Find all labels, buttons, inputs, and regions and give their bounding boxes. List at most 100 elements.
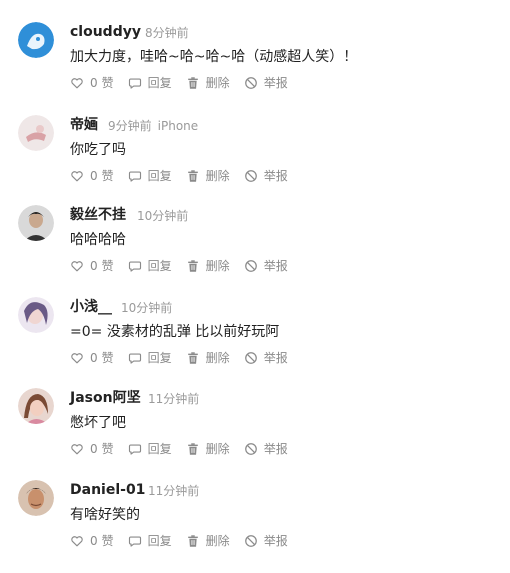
delete-label: 删除 <box>205 351 230 365</box>
timestamp: 11分钟前 <box>148 484 200 498</box>
delete-button[interactable]: 删除 <box>186 258 230 274</box>
heart-icon <box>71 78 83 89</box>
like-button[interactable]: 0赞 <box>70 168 114 184</box>
reply-label: 回复 <box>147 442 172 456</box>
report-label: 举报 <box>263 76 288 90</box>
comment-meta: 9分钟前 iPhone <box>108 118 198 134</box>
comment-bubble-icon <box>128 78 141 89</box>
prohibited-icon <box>244 170 257 182</box>
comment-item: 帝婳 9分钟前 iPhone 你吃了吗 0赞 回复 删除 举报 <box>0 115 510 208</box>
comment-text: 你吃了吗 <box>70 142 126 158</box>
trash-icon <box>187 352 198 364</box>
like-button[interactable]: 0赞 <box>70 533 114 549</box>
comment-item: Daniel-01 11分钟前 有啥好笑的 0赞 回复 删除 举报 <box>0 480 510 573</box>
comment-bubble-icon <box>128 444 141 455</box>
report-label: 举报 <box>263 259 288 273</box>
delete-button[interactable]: 删除 <box>186 533 230 549</box>
reply-button[interactable]: 回复 <box>128 75 172 91</box>
comment-item: clouddyy 8分钟前 加大力度，哇哈~哈~哈~哈（动感超人笑）！ 0赞 回… <box>0 22 510 115</box>
reply-button[interactable]: 回复 <box>128 350 172 366</box>
comment-meta: 10分钟前 <box>121 300 172 316</box>
like-button[interactable]: 0赞 <box>70 258 114 274</box>
comment-item: 毅丝不挂 10分钟前 哈哈哈哈 0赞 回复 删除 举报 <box>0 205 510 298</box>
trash-icon <box>187 260 198 272</box>
avatar[interactable] <box>18 115 54 151</box>
username[interactable]: Jason阿坚 <box>70 389 141 407</box>
comment-text: 憋坏了吧 <box>70 415 126 431</box>
avatar[interactable] <box>18 22 54 58</box>
report-label: 举报 <box>263 534 288 548</box>
comment-text: 哈哈哈哈 <box>70 232 126 248</box>
reply-label: 回复 <box>147 259 172 273</box>
delete-label: 删除 <box>205 442 230 456</box>
comment-item: 小浅__ 10分钟前 =0= 没素材的乱弹 比以前好玩阿 0赞 回复 删除 举报 <box>0 297 510 390</box>
like-button[interactable]: 0赞 <box>70 441 114 457</box>
like-label: 赞 <box>101 442 114 456</box>
reply-label: 回复 <box>147 351 172 365</box>
prohibited-icon <box>244 535 257 547</box>
reply-button[interactable]: 回复 <box>128 533 172 549</box>
like-button[interactable]: 0赞 <box>70 75 114 91</box>
trash-icon <box>187 535 198 547</box>
trash-icon <box>187 170 198 182</box>
heart-icon <box>71 261 83 272</box>
comment-list: clouddyy 8分钟前 加大力度，哇哈~哈~哈~哈（动感超人笑）！ 0赞 回… <box>0 0 510 555</box>
like-label: 赞 <box>101 259 114 273</box>
username[interactable]: 毅丝不挂 <box>70 206 126 224</box>
comment-actions: 0赞 回复 删除 举报 <box>70 258 302 274</box>
avatar[interactable] <box>18 388 54 424</box>
like-count: 0 <box>90 442 98 456</box>
delete-button[interactable]: 删除 <box>186 168 230 184</box>
comment-actions: 0赞 回复 删除 举报 <box>70 441 302 457</box>
timestamp: 8分钟前 <box>145 26 189 40</box>
comment-actions: 0赞 回复 删除 举报 <box>70 168 302 184</box>
report-button[interactable]: 举报 <box>244 441 288 457</box>
reply-label: 回复 <box>147 169 172 183</box>
avatar[interactable] <box>18 297 54 333</box>
delete-button[interactable]: 删除 <box>186 75 230 91</box>
device-label: iPhone <box>157 119 199 133</box>
comment-actions: 0赞 回复 删除 举报 <box>70 75 302 91</box>
report-button[interactable]: 举报 <box>244 168 288 184</box>
comment-meta: 11分钟前 <box>148 483 199 499</box>
heart-icon <box>71 171 83 182</box>
report-button[interactable]: 举报 <box>244 533 288 549</box>
like-label: 赞 <box>101 534 114 548</box>
comment-bubble-icon <box>128 171 141 182</box>
username[interactable]: 小浅__ <box>70 298 112 316</box>
comment-actions: 0赞 回复 删除 举报 <box>70 533 302 549</box>
username[interactable]: 帝婳 <box>70 116 98 134</box>
heart-icon <box>71 536 83 547</box>
like-count: 0 <box>90 534 98 548</box>
avatar[interactable] <box>18 480 54 516</box>
comment-actions: 0赞 回复 删除 举报 <box>70 350 302 366</box>
timestamp: 10分钟前 <box>137 209 189 223</box>
like-button[interactable]: 0赞 <box>70 350 114 366</box>
delete-label: 删除 <box>205 534 230 548</box>
comment-text: 有啥好笑的 <box>70 507 140 523</box>
like-count: 0 <box>90 351 98 365</box>
report-button[interactable]: 举报 <box>244 350 288 366</box>
report-label: 举报 <box>263 351 288 365</box>
username[interactable]: Daniel-01 <box>70 481 145 499</box>
delete-button[interactable]: 删除 <box>186 441 230 457</box>
heart-icon <box>71 353 83 364</box>
comment-meta: 8分钟前 <box>145 25 189 41</box>
timestamp: 10分钟前 <box>121 301 173 315</box>
report-label: 举报 <box>263 169 288 183</box>
username[interactable]: clouddyy <box>70 23 141 41</box>
delete-label: 删除 <box>205 169 230 183</box>
reply-button[interactable]: 回复 <box>128 441 172 457</box>
report-button[interactable]: 举报 <box>244 258 288 274</box>
avatar[interactable] <box>18 205 54 241</box>
like-count: 0 <box>90 259 98 273</box>
like-count: 0 <box>90 76 98 90</box>
reply-button[interactable]: 回复 <box>128 258 172 274</box>
delete-button[interactable]: 删除 <box>186 350 230 366</box>
comment-meta: 11分钟前 <box>148 391 199 407</box>
report-button[interactable]: 举报 <box>244 75 288 91</box>
like-count: 0 <box>90 169 98 183</box>
reply-label: 回复 <box>147 76 172 90</box>
prohibited-icon <box>244 77 257 89</box>
reply-button[interactable]: 回复 <box>128 168 172 184</box>
